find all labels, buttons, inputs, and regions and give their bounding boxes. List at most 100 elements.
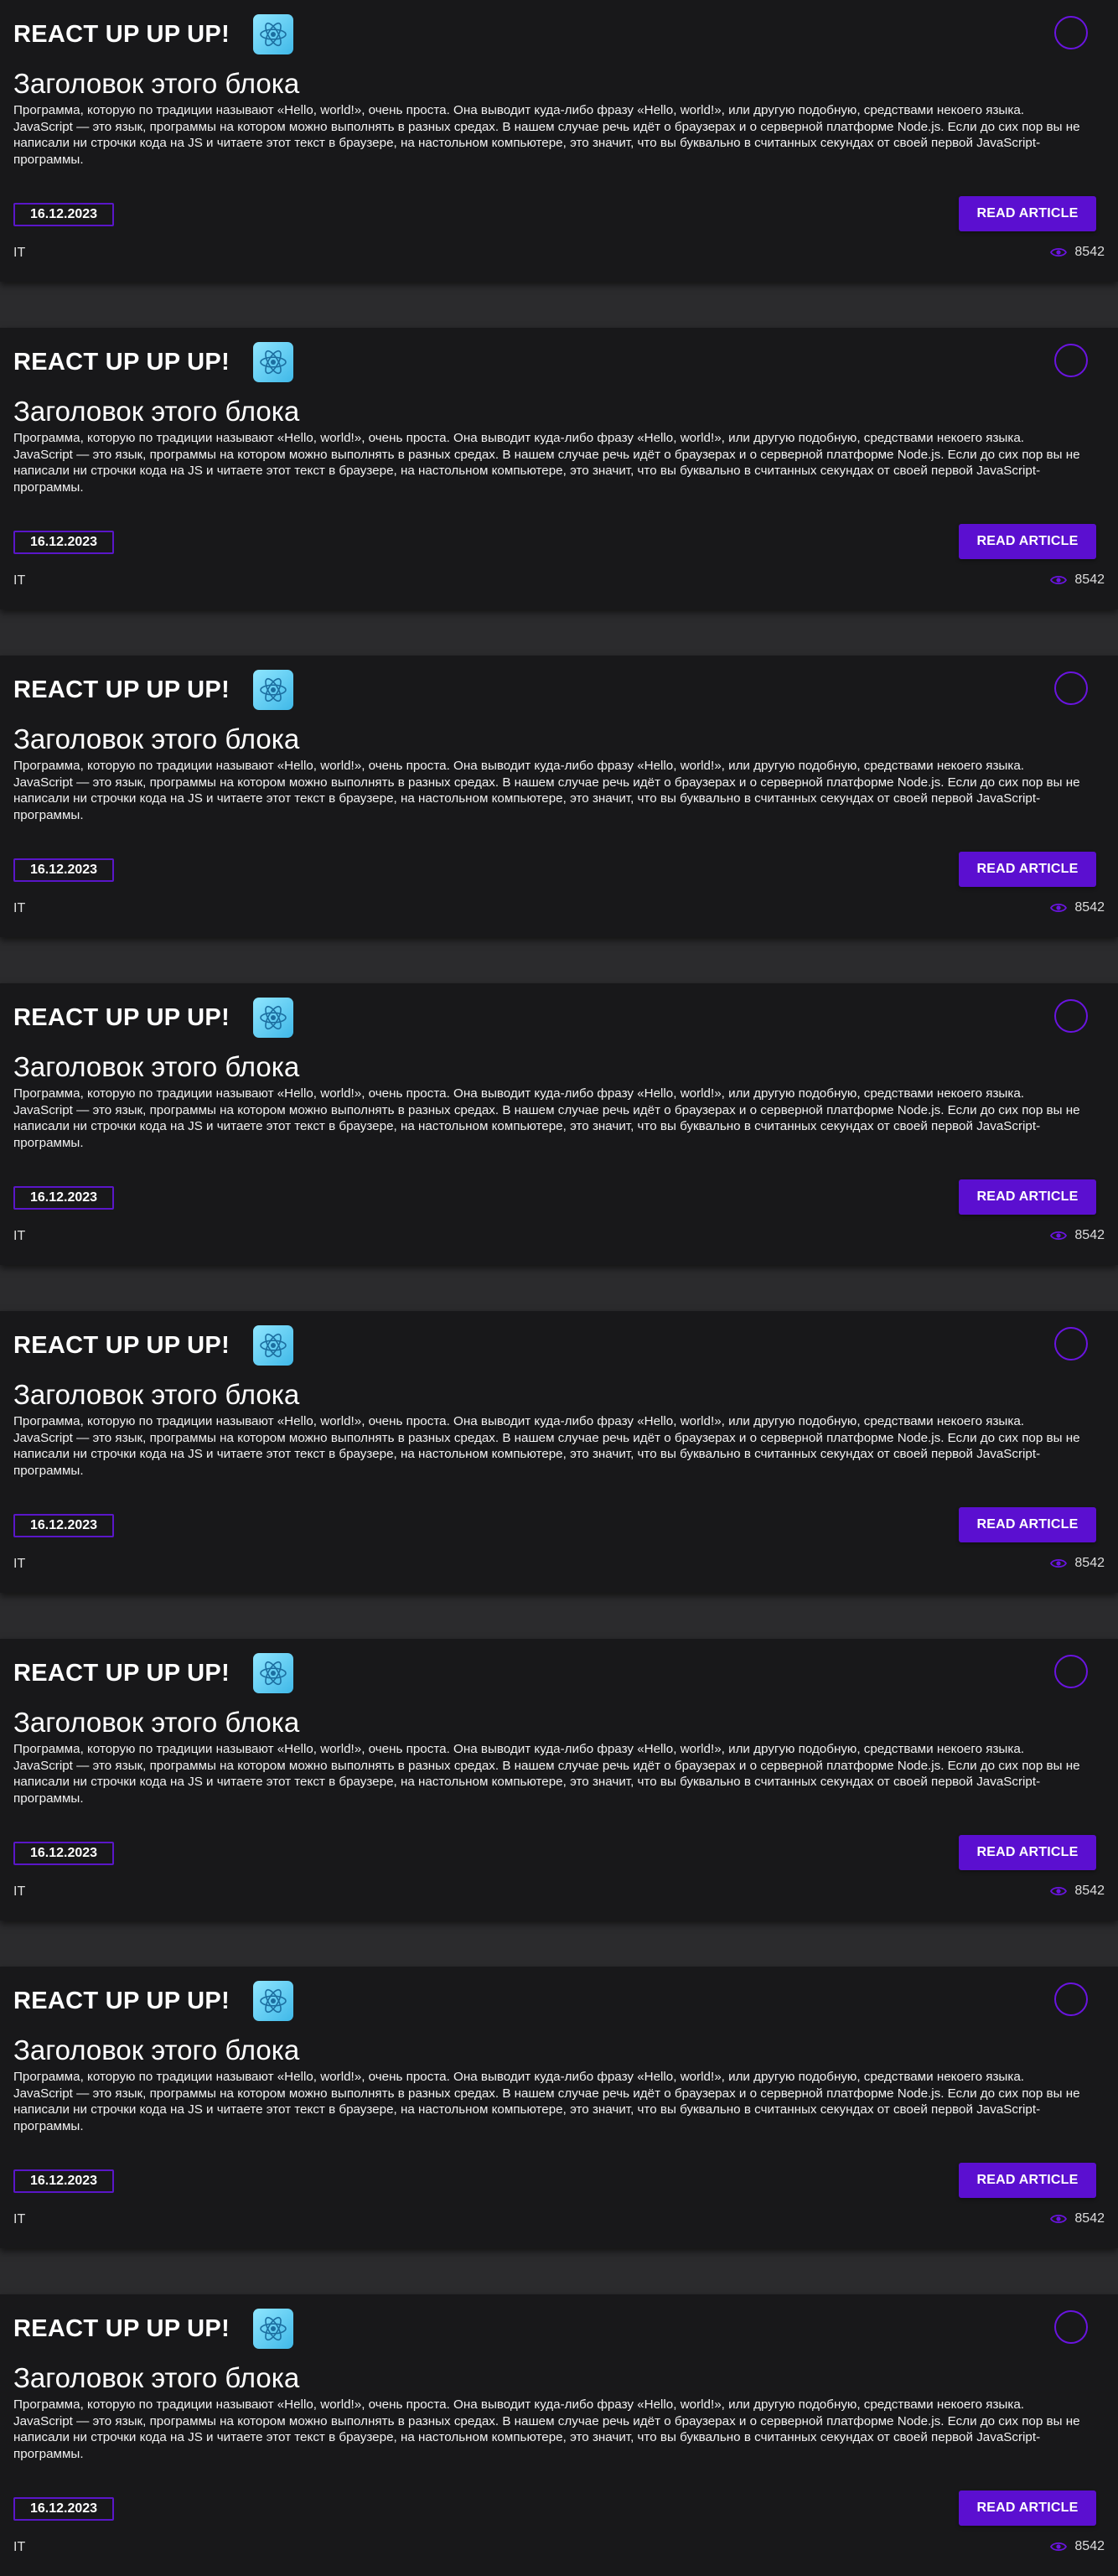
block-paragraph-intro: Программа, которую по традиции называют … [13, 1414, 1024, 1428]
brand-title: REACT UP UP UP! [13, 676, 230, 703]
circle-outline-icon[interactable] [1054, 671, 1088, 705]
circle-outline-icon[interactable] [1054, 1327, 1088, 1361]
read-article-button[interactable]: READ ARTICLE [959, 1835, 1096, 1870]
article-card: REACT UP UP UP! Заголовок этого блока Пр… [0, 656, 1118, 937]
block-paragraph-intro: Программа, которую по традиции называют … [13, 2070, 1024, 2084]
article-card: REACT UP UP UP! Заголовок этого блока Пр… [0, 1311, 1118, 1593]
date-badge: 16.12.2023 [13, 203, 114, 226]
react-atom-icon [253, 14, 294, 54]
date-badge: 16.12.2023 [13, 1514, 114, 1537]
circle-outline-icon[interactable] [1054, 999, 1088, 1033]
category-label: IT [13, 246, 26, 260]
circle-outline-icon[interactable] [1054, 344, 1088, 377]
brand-title: REACT UP UP UP! [13, 1331, 230, 1359]
circle-outline-icon[interactable] [1054, 2310, 1088, 2344]
brand: REACT UP UP UP! [13, 13, 294, 55]
eye-icon [1050, 1558, 1068, 1569]
block-text: Программа, которую по традиции называют … [13, 1413, 1098, 1479]
block-paragraph-intro: Программа, которую по традиции называют … [13, 1742, 1024, 1756]
block-title: Заголовок этого блока [13, 723, 300, 754]
block-text: Программа, которую по традиции называют … [13, 102, 1098, 168]
block-title: Заголовок этого блока [13, 1707, 300, 1738]
block-paragraph-body: JavaScript — это язык, программы на кото… [13, 119, 1080, 167]
react-atom-icon [253, 998, 294, 1038]
block-text: Программа, которую по традиции называют … [13, 430, 1098, 495]
eye-icon [1050, 574, 1068, 586]
read-article-button[interactable]: READ ARTICLE [959, 1507, 1096, 1542]
article-card: REACT UP UP UP! Заголовок этого блока Пр… [0, 328, 1118, 609]
react-atom-icon [253, 342, 294, 382]
eye-icon [1050, 2541, 1068, 2553]
brand: REACT UP UP UP! [13, 1324, 294, 1366]
react-atom-icon [253, 2309, 294, 2349]
brand: REACT UP UP UP! [13, 1980, 294, 2022]
block-title: Заголовок этого блока [13, 2034, 300, 2065]
block-paragraph-body: JavaScript — это язык, программы на кото… [13, 1102, 1080, 1150]
view-count: 8542 [1074, 1556, 1105, 1570]
block-paragraph-intro: Программа, которую по традиции называют … [13, 2397, 1024, 2412]
article-card: REACT UP UP UP! Заголовок этого блока Пр… [0, 1967, 1118, 2248]
view-count: 8542 [1074, 1884, 1105, 1898]
block-title: Заголовок этого блока [13, 396, 300, 427]
views-counter: 8542 [1050, 1228, 1105, 1243]
circle-outline-icon[interactable] [1054, 1983, 1088, 2016]
brand-title: REACT UP UP UP! [13, 1987, 230, 2014]
block-text: Программа, которую по традиции называют … [13, 1086, 1098, 1151]
circle-outline-icon[interactable] [1054, 1655, 1088, 1688]
article-card: REACT UP UP UP! Заголовок этого блока Пр… [0, 1639, 1118, 1920]
brand-title: REACT UP UP UP! [13, 348, 230, 376]
brand-title: REACT UP UP UP! [13, 1659, 230, 1687]
react-atom-icon [253, 1981, 294, 2021]
brand: REACT UP UP UP! [13, 2308, 294, 2350]
date-badge: 16.12.2023 [13, 2169, 114, 2193]
block-title: Заголовок этого блока [13, 1051, 300, 1082]
article-card: REACT UP UP UP! Заголовок этого блока Пр… [0, 0, 1118, 282]
views-counter: 8542 [1050, 573, 1105, 588]
category-label: IT [13, 2540, 26, 2554]
read-article-button[interactable]: READ ARTICLE [959, 2163, 1096, 2198]
brand: REACT UP UP UP! [13, 341, 294, 383]
view-count: 8542 [1074, 1228, 1105, 1242]
category-label: IT [13, 1229, 26, 1243]
date-badge: 16.12.2023 [13, 2497, 114, 2521]
block-text: Программа, которую по традиции называют … [13, 2069, 1098, 2134]
category-label: IT [13, 901, 26, 915]
views-counter: 8542 [1050, 2211, 1105, 2226]
date-badge: 16.12.2023 [13, 858, 114, 882]
views-counter: 8542 [1050, 1884, 1105, 1899]
block-paragraph-body: JavaScript — это язык, программы на кото… [13, 1758, 1080, 1806]
eye-icon [1050, 1885, 1068, 1897]
eye-icon [1050, 2213, 1068, 2225]
block-title: Заголовок этого блока [13, 68, 300, 99]
block-title: Заголовок этого блока [13, 1379, 300, 1410]
views-counter: 8542 [1050, 1556, 1105, 1571]
read-article-button[interactable]: READ ARTICLE [959, 852, 1096, 887]
block-paragraph-intro: Программа, которую по традиции называют … [13, 431, 1024, 445]
article-card: REACT UP UP UP! Заголовок этого блока Пр… [0, 983, 1118, 1265]
react-atom-icon [253, 1653, 294, 1693]
block-paragraph-intro: Программа, которую по традиции называют … [13, 759, 1024, 773]
eye-icon [1050, 902, 1068, 914]
circle-outline-icon[interactable] [1054, 16, 1088, 49]
block-text: Программа, которую по традиции называют … [13, 1741, 1098, 1806]
read-article-button[interactable]: READ ARTICLE [959, 1179, 1096, 1215]
view-count: 8542 [1074, 245, 1105, 259]
brand: REACT UP UP UP! [13, 997, 294, 1039]
date-badge: 16.12.2023 [13, 1186, 114, 1210]
date-badge: 16.12.2023 [13, 531, 114, 554]
block-paragraph-intro: Программа, которую по традиции называют … [13, 1086, 1024, 1101]
block-paragraph-body: JavaScript — это язык, программы на кото… [13, 2413, 1080, 2461]
view-count: 8542 [1074, 900, 1105, 915]
brand-title: REACT UP UP UP! [13, 2314, 230, 2342]
views-counter: 8542 [1050, 245, 1105, 260]
category-label: IT [13, 2212, 26, 2226]
view-count: 8542 [1074, 2539, 1105, 2553]
read-article-button[interactable]: READ ARTICLE [959, 524, 1096, 559]
brand-title: REACT UP UP UP! [13, 1003, 230, 1031]
article-card: REACT UP UP UP! Заголовок этого блока Пр… [0, 2294, 1118, 2576]
read-article-button[interactable]: READ ARTICLE [959, 2490, 1096, 2526]
react-atom-icon [253, 1325, 294, 1366]
read-article-button[interactable]: READ ARTICLE [959, 196, 1096, 231]
eye-icon [1050, 246, 1068, 258]
category-label: IT [13, 1884, 26, 1899]
